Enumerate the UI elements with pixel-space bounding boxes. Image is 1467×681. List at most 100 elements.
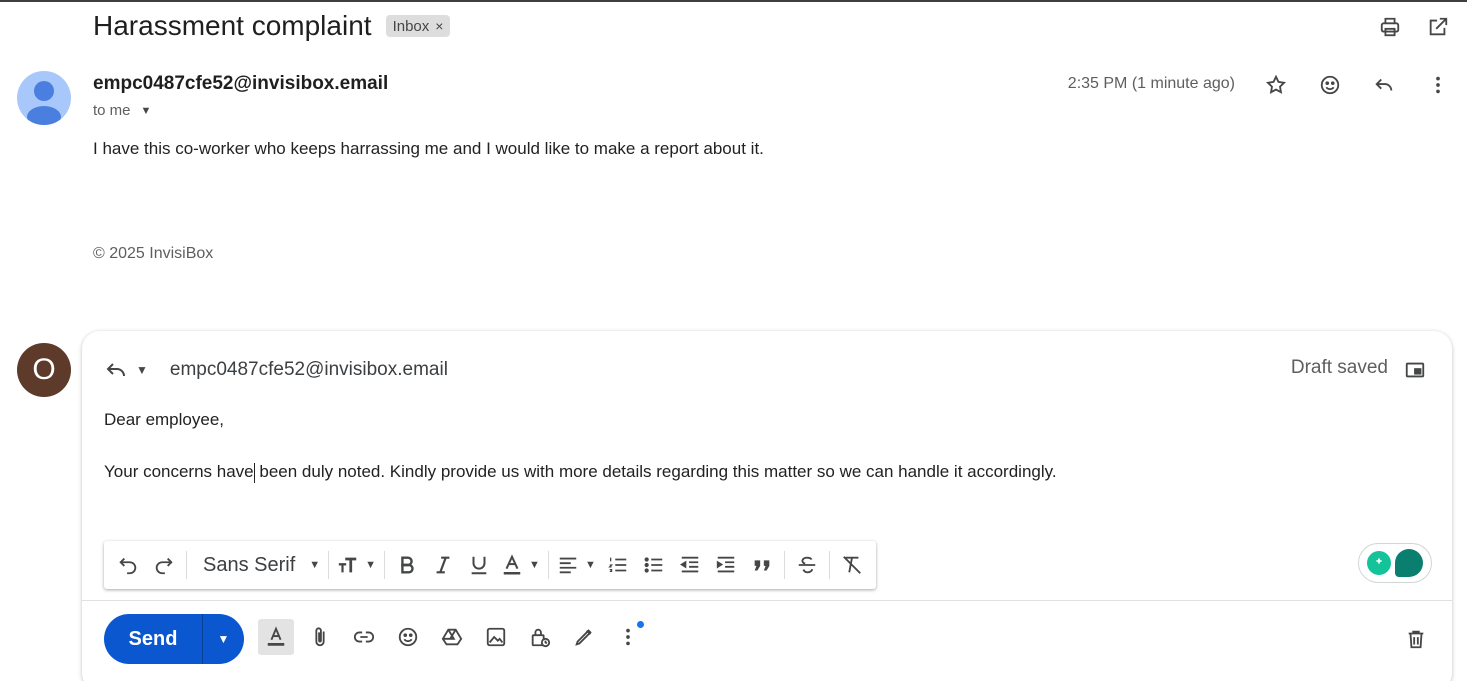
message-actions <box>1261 70 1453 100</box>
font-family-select[interactable]: Sans Serif ▼ <box>191 547 324 583</box>
strikethrough-icon <box>798 556 816 574</box>
greeting-line: Dear employee, <box>104 410 225 429</box>
chevron-down-icon: ▼ <box>529 559 540 571</box>
attach-button[interactable] <box>302 619 338 655</box>
font-family-value: Sans Serif <box>203 553 296 576</box>
numbered-list-button[interactable] <box>600 547 636 583</box>
reply-type-button[interactable]: ▼ <box>104 355 148 385</box>
bulleted-list-icon <box>644 557 663 573</box>
undo-icon <box>119 557 137 575</box>
print-icon <box>1380 17 1400 37</box>
sender-avatar[interactable] <box>17 71 71 125</box>
separator <box>828 551 830 579</box>
undo-button[interactable] <box>110 547 146 583</box>
signature-icon <box>575 629 592 646</box>
chevron-down-icon: ▼ <box>584 559 596 571</box>
align-icon <box>559 557 577 574</box>
insert-signature-button[interactable] <box>566 619 602 655</box>
grammar-assistant-widget[interactable] <box>1358 543 1432 583</box>
separator <box>783 551 785 579</box>
recipients-summary[interactable]: to me ▼ <box>93 102 151 119</box>
text-size-icon <box>338 557 357 573</box>
bold-button[interactable] <box>389 547 425 583</box>
chevron-down-icon: ▼ <box>365 559 377 571</box>
more-button[interactable] <box>1423 70 1453 100</box>
align-button[interactable]: ▼ <box>553 547 600 583</box>
more-vert-icon <box>1436 76 1440 94</box>
reply-button[interactable] <box>1369 70 1399 100</box>
italic-button[interactable] <box>425 547 461 583</box>
send-button-group: Send ▼ <box>104 614 244 664</box>
popout-button[interactable] <box>1400 355 1430 385</box>
compose-tools <box>258 619 646 655</box>
more-options-button[interactable] <box>610 619 646 655</box>
emoji-react-button[interactable] <box>1315 70 1345 100</box>
send-options-button[interactable]: ▼ <box>202 614 244 664</box>
body-part-after-cursor: been duly noted. Kindly provide us with … <box>254 462 1057 481</box>
print-button[interactable] <box>1375 12 1405 42</box>
quote-icon <box>754 560 770 571</box>
separator <box>384 551 386 579</box>
formatting-icon <box>267 626 285 646</box>
indent-more-icon <box>716 556 735 573</box>
text-size-button[interactable]: ▼ <box>333 547 380 583</box>
sender-address[interactable]: empc0487cfe52@invisibox.email <box>93 73 388 95</box>
subject-title: Harassment complaint <box>93 10 372 41</box>
reply-compose: ▼ empc0487cfe52@invisibox.email Draft sa… <box>82 331 1452 681</box>
open-new-window-button[interactable] <box>1423 12 1453 42</box>
discard-draft-button[interactable] <box>1398 621 1434 657</box>
confidential-mode-button[interactable] <box>522 619 558 655</box>
insert-photo-button[interactable] <box>478 619 514 655</box>
quote-button[interactable] <box>744 547 780 583</box>
my-avatar[interactable]: O <box>17 343 71 397</box>
reply-recipient[interactable]: empc0487cfe52@invisibox.email <box>170 359 448 381</box>
trash-icon <box>1408 630 1424 649</box>
separator <box>328 551 330 579</box>
chevron-down-icon[interactable]: ▼ <box>136 363 148 377</box>
message-timestamp: 2:35 PM (1 minute ago) <box>1067 75 1235 92</box>
numbered-list-icon <box>608 557 627 573</box>
formatting-toolbar: Sans Serif ▼ ▼ ▼ ▼ <box>104 541 876 589</box>
compose-body[interactable]: Dear employee, Your concerns have been d… <box>104 407 1057 485</box>
star-icon <box>1265 74 1287 94</box>
clear-formatting-button[interactable] <box>834 547 870 583</box>
emoji-icon <box>1320 75 1340 95</box>
link-icon <box>353 631 375 643</box>
open-in-new-icon <box>1429 17 1448 36</box>
body-line: Your concerns have been duly noted. Kind… <box>104 459 1057 485</box>
photo-icon <box>486 627 506 647</box>
lightbulb-icon <box>1367 551 1391 575</box>
remove-label-icon[interactable]: × <box>435 18 443 34</box>
underline-icon <box>471 556 487 575</box>
compose-divider <box>82 600 1452 601</box>
underline-button[interactable] <box>461 547 497 583</box>
insert-drive-button[interactable] <box>434 619 470 655</box>
indent-less-button[interactable] <box>672 547 708 583</box>
attach-icon <box>315 627 325 647</box>
thread-actions <box>1375 12 1453 42</box>
assistant-logo-icon <box>1395 549 1423 577</box>
top-border <box>0 0 1467 2</box>
insert-link-button[interactable] <box>346 619 382 655</box>
inbox-label-chip[interactable]: Inbox × <box>385 15 451 37</box>
body-part-before-cursor: Your concerns have <box>104 462 254 481</box>
message-footer: © 2025 InvisiBox <box>93 245 214 262</box>
notification-dot <box>637 621 644 628</box>
formatting-toggle-button[interactable] <box>258 619 294 655</box>
insert-emoji-button[interactable] <box>390 619 426 655</box>
label-text: Inbox <box>392 17 430 35</box>
indent-less-icon <box>679 556 699 573</box>
bulleted-list-button[interactable] <box>636 547 672 583</box>
chevron-down-icon[interactable]: ▼ <box>141 105 152 117</box>
strikethrough-button[interactable] <box>789 547 825 583</box>
chevron-down-icon: ▼ <box>217 632 230 646</box>
chevron-down-icon: ▼ <box>309 559 321 571</box>
to-me-label: to me <box>93 102 131 119</box>
reply-icon <box>1375 78 1393 91</box>
send-button[interactable]: Send <box>104 614 202 664</box>
star-button[interactable] <box>1261 70 1291 100</box>
text-color-button[interactable]: ▼ <box>497 547 544 583</box>
redo-button[interactable] <box>146 547 182 583</box>
italic-icon <box>436 556 450 574</box>
indent-more-button[interactable] <box>708 547 744 583</box>
